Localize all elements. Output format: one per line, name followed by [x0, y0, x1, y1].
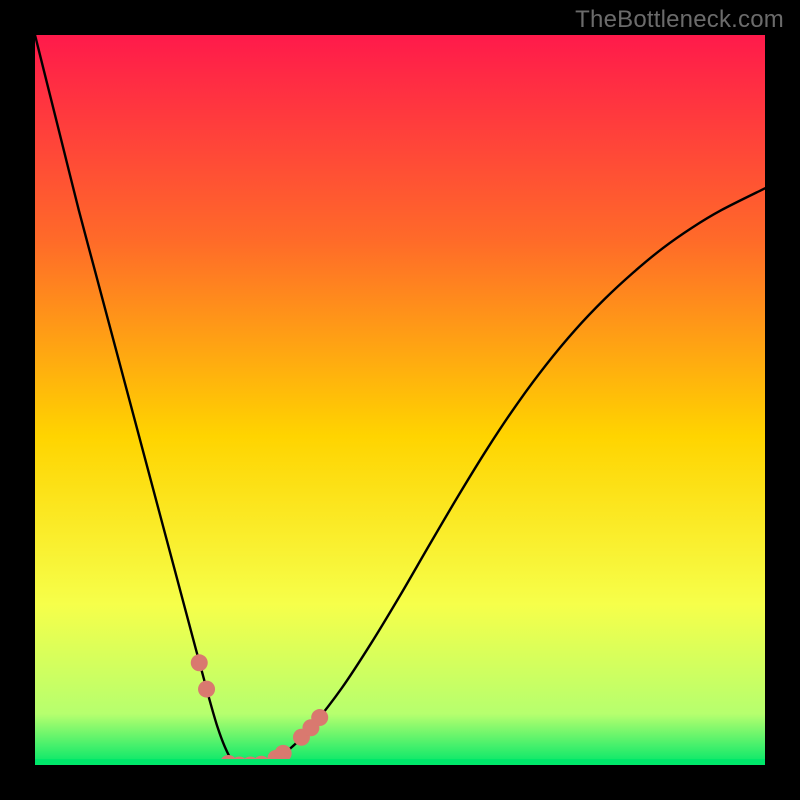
curve-marker [311, 709, 328, 726]
plot-area [35, 35, 765, 765]
watermark-label: TheBottleneck.com [575, 6, 784, 34]
bottleneck-curve [35, 35, 765, 765]
curve-layer [35, 35, 765, 765]
curve-marker [191, 654, 208, 671]
chart-frame: TheBottleneck.com [0, 0, 800, 800]
curve-marker [198, 681, 215, 698]
optimal-floor-band [35, 759, 765, 765]
